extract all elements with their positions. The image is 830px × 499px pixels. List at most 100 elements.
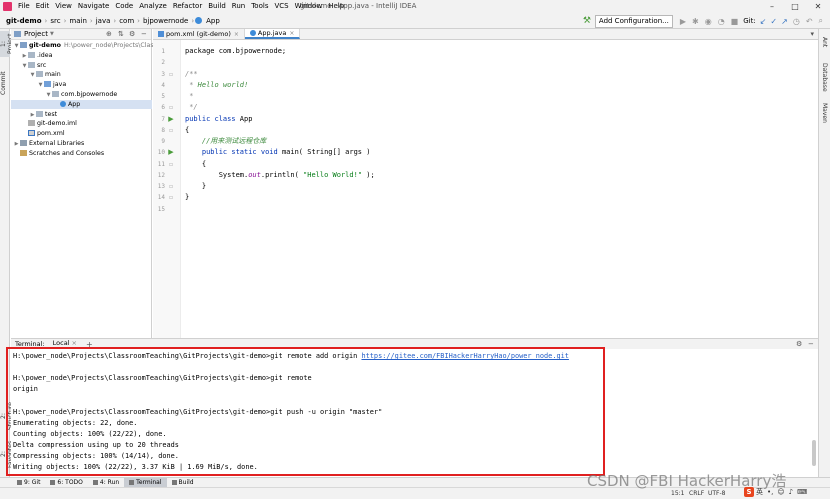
tool-window-run[interactable]: 4: Run (88, 478, 124, 488)
tree-item[interactable]: ▶ External Libraries (11, 139, 152, 149)
menu-code[interactable]: Code (112, 0, 136, 13)
fold-icon[interactable]: ▫ (166, 125, 176, 136)
locate-icon[interactable]: ⊕ (106, 29, 112, 40)
tree-item[interactable]: ▼ main (11, 70, 152, 80)
fold-icon[interactable]: ▫ (166, 102, 176, 113)
tool-window-todo[interactable]: 6: TODO (45, 478, 87, 488)
coverage-icon[interactable]: ◉ (702, 17, 715, 26)
tab-app-java[interactable]: App.java × (244, 28, 301, 39)
close-icon[interactable]: × (289, 28, 294, 39)
breadcrumb-item[interactable]: java (94, 17, 113, 25)
tab-pom-xml[interactable]: pom.xml (git-demo) × (153, 29, 245, 39)
stop-icon[interactable]: ■ (728, 17, 742, 26)
menu-tools[interactable]: Tools (248, 0, 271, 13)
breadcrumb-item[interactable]: bjpowernode (141, 17, 190, 25)
project-panel-header: Project ▼ ⊕ ⇅ ⚙ − (11, 29, 151, 40)
run-gutter-icon[interactable]: ▶ (166, 114, 176, 125)
fold-icon[interactable]: ▫ (166, 69, 176, 80)
menu-run[interactable]: Run (229, 0, 248, 13)
tool-window-terminal[interactable]: Terminal (124, 477, 167, 488)
code-token: Hello world! (197, 80, 249, 89)
folder-icon (28, 61, 35, 68)
tree-item[interactable]: ▼ git-demo H:\power_node\Projects\Classroo (11, 41, 167, 51)
breadcrumb-item[interactable]: com (117, 17, 136, 25)
run-gutter-icon[interactable]: ▶ (166, 147, 176, 158)
history-icon[interactable]: ◷ (790, 17, 803, 26)
chevron-down-icon[interactable]: ▼ (50, 31, 54, 37)
commit-tool-tab[interactable]: Commit (0, 71, 10, 95)
tree-item[interactable]: ▼ java (11, 80, 152, 90)
search-icon[interactable]: ⌕ (816, 16, 826, 26)
menu-build[interactable]: Build (205, 0, 229, 13)
tool-window-build[interactable]: Build (167, 478, 199, 488)
run-icon[interactable]: ▶ (677, 17, 689, 26)
project-tool-tab[interactable]: 1: Project (0, 31, 14, 57)
collapse-icon[interactable]: ⇅ (118, 29, 124, 40)
tree-item[interactable]: Scratches and Consoles (11, 149, 152, 159)
fold-icon[interactable]: ▫ (166, 159, 176, 170)
menu-file[interactable]: File (15, 0, 33, 13)
microphone-icon[interactable]: ♪ (787, 488, 795, 496)
database-tool-tab[interactable]: Database (821, 63, 828, 92)
line-number: 11 (157, 160, 165, 168)
code-line: { (185, 159, 206, 170)
code-token: .println( (260, 170, 304, 179)
git-update-icon[interactable]: ↙ (758, 17, 769, 26)
tree-item[interactable]: pom.xml (11, 129, 152, 139)
menu-analyze[interactable]: Analyze (136, 0, 170, 13)
breadcrumb-item[interactable]: main (67, 17, 89, 25)
menu-navigate[interactable]: Navigate (75, 0, 112, 13)
tool-window-label: Build (178, 478, 194, 486)
tree-item-label: git-demo (29, 42, 61, 49)
punctuation-icon[interactable]: •, (765, 488, 775, 496)
tree-item[interactable]: ▼ src (11, 61, 152, 71)
tool-window-icon (50, 480, 56, 485)
tree-item-path: H:\power_node\Projects\Classroo (63, 42, 168, 49)
menu-view[interactable]: View (52, 0, 75, 13)
emoji-icon[interactable]: ☺ (775, 488, 786, 496)
git-commit-icon[interactable]: ✓ (768, 17, 779, 26)
maven-file-icon (158, 31, 164, 37)
ime-language[interactable]: 英 (754, 487, 765, 497)
breadcrumb-item[interactable]: App (204, 17, 222, 25)
tree-item[interactable]: git-demo.iml (11, 119, 152, 129)
git-push-icon[interactable]: ↗ (779, 17, 790, 26)
tree-item[interactable]: App (11, 99, 152, 110)
tree-item-label: pom.xml (37, 130, 65, 138)
ant-tool-tab[interactable]: Ant (821, 37, 828, 47)
menu-vcs[interactable]: VCS (271, 0, 291, 13)
code-editor[interactable]: package com.bjpowernode; /** * Hello worl… (180, 40, 818, 338)
tree-item[interactable]: ▶ .idea (11, 51, 152, 61)
hide-icon[interactable]: − (141, 29, 147, 40)
keyboard-icon[interactable]: ⌨ (795, 488, 809, 496)
add-configuration-button[interactable]: Add Configuration... (594, 14, 673, 28)
maximize-button[interactable]: □ (785, 0, 805, 13)
sogou-ime-icon[interactable]: S (744, 487, 754, 497)
fold-icon[interactable]: ▫ (166, 181, 176, 192)
tab-list-icon[interactable]: ▾ (810, 29, 814, 40)
tool-window-label: Terminal (136, 478, 162, 486)
project-view-selector[interactable]: Project (24, 30, 48, 38)
debug-icon[interactable]: ✱ (689, 17, 702, 26)
build-hammer-icon[interactable]: ⚒ (583, 16, 591, 26)
menu-refactor[interactable]: Refactor (170, 0, 205, 13)
tool-window-git[interactable]: 9: Git (12, 478, 45, 488)
breadcrumb-item[interactable]: src (48, 17, 62, 25)
maven-tool-tab[interactable]: Maven (821, 103, 828, 123)
close-icon[interactable]: × (72, 339, 77, 347)
terminal-scrollbar[interactable] (812, 440, 816, 466)
code-token: main( String[] args ) (281, 148, 371, 157)
profile-icon[interactable]: ◔ (715, 17, 728, 26)
close-button[interactable]: ✕ (808, 0, 828, 13)
line-number: 2 (161, 59, 165, 67)
rollback-icon[interactable]: ↶ (803, 17, 816, 26)
close-icon[interactable]: × (234, 29, 239, 40)
breadcrumb-item[interactable]: git-demo (4, 17, 44, 25)
minimize-button[interactable]: – (762, 0, 782, 13)
menu-edit[interactable]: Edit (33, 0, 53, 13)
gear-icon[interactable]: ⚙ (129, 29, 135, 40)
tree-item[interactable]: ▶ test (11, 110, 152, 120)
fold-icon[interactable]: ▫ (166, 192, 176, 203)
tree-item[interactable]: ▼ com.bjpowernode (11, 90, 152, 100)
code-token: //用来测试远程仓库 (185, 137, 267, 145)
